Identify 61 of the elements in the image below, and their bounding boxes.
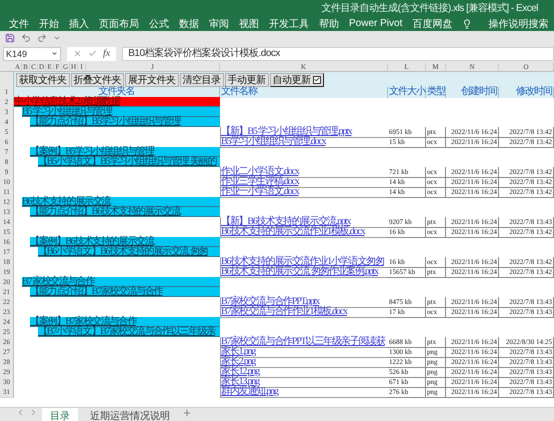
column-title: 修改时间 — [499, 87, 554, 98]
enter-icon[interactable] — [88, 49, 97, 58]
folder-link[interactable]: B6技术支持的展示交流 — [22, 197, 220, 207]
folder-link[interactable]: 【能力点介绍】B7家校交流与合作 — [30, 287, 220, 297]
folder-link[interactable]: 【B6小学语文】B6技术支持的展示交流 匆匆 — [38, 247, 220, 257]
column-title: 文件大小 — [388, 87, 426, 98]
column-title: 创建时间 — [446, 87, 499, 98]
ribbon-tab[interactable]: 百度网盘 — [412, 16, 452, 30]
sheet-button[interactable]: 折叠文件夹 — [70, 72, 124, 86]
add-sheet-icon[interactable] — [182, 408, 192, 418]
sheet-tab[interactable]: 近期运营情况说明 — [82, 408, 178, 421]
folder-link[interactable]: 【案例】B6技术支持的展示交流 — [30, 237, 220, 247]
folder-link[interactable]: 【案例】B5学习小组组织与管理 — [30, 147, 220, 157]
file-link[interactable]: B5学习小组组织与管理.docx — [220, 137, 388, 148]
folder-link[interactable]: 中小学信息技术2.0资源数据 — [14, 97, 220, 107]
file-link[interactable]: B6技术支持的展示交流作业1模板.docx — [220, 227, 388, 238]
insert-function-button[interactable]: fx — [103, 48, 110, 59]
file-link[interactable]: B7家校交流与合作作业1模板.docx — [220, 307, 388, 318]
checkbox[interactable] — [312, 76, 320, 84]
dropdown-icon[interactable] — [51, 50, 58, 57]
sheet-button[interactable]: 获取文件夹 — [16, 72, 70, 86]
folder-link[interactable]: 【B5小学语文】B5学习小组组织与管理 美丽的 — [38, 157, 220, 167]
file-link[interactable]: B6技术支持的展示交流 匆匆作业案例.pptx — [220, 267, 388, 278]
ribbon-tab[interactable]: 帮助 — [319, 16, 339, 30]
save-icon[interactable] — [5, 33, 15, 43]
column-title: 类型 — [426, 87, 446, 98]
customize-icon[interactable] — [53, 34, 61, 42]
window-title: 文件目录自动生成(含文件链接).xls [兼容模式] - Excel — [322, 2, 538, 15]
redo-icon[interactable] — [37, 33, 47, 43]
previous-sheet-icon[interactable] — [16, 408, 25, 417]
file-link[interactable]: 群内发通知.png — [220, 387, 388, 398]
folder-link[interactable]: 【能力点介绍】B6技术支持的展示交流 — [30, 207, 220, 217]
ribbon-tab[interactable]: 视图 — [239, 16, 259, 30]
ribbon-tab[interactable]: 插入 — [69, 16, 89, 30]
cancel-icon[interactable] — [73, 49, 82, 58]
sheet-button[interactable]: 展开文件夹 — [125, 72, 178, 86]
ribbon-tab[interactable]: 数据 — [179, 16, 199, 30]
ribbon-tab[interactable]: Power Pivot — [349, 18, 402, 29]
column-title: 文件名称 — [220, 87, 388, 98]
folder-link[interactable]: 【B7小学语文】B7家校交流与合作以三年级亲 — [38, 327, 220, 337]
name-box[interactable]: K149 — [3, 46, 61, 60]
ribbon-tab[interactable]: 开始 — [39, 16, 59, 30]
folder-link[interactable]: B7 家校交流与合作 — [22, 277, 220, 287]
formula-field[interactable]: B10档案袋评价档案袋设计模板.docx — [122, 46, 554, 60]
lightbulb-icon[interactable] — [462, 18, 472, 28]
sheet-tab[interactable]: 目录 — [42, 408, 78, 421]
ribbon-tab[interactable]: 审阅 — [209, 16, 229, 30]
file-link[interactable]: 作业一小学语文.docx — [220, 187, 388, 198]
ribbon-tab[interactable]: 开发工具 — [269, 16, 309, 30]
undo-icon[interactable] — [21, 33, 31, 43]
folder-link[interactable]: B5 学习小组组织与管理 — [22, 107, 220, 117]
ribbon-tab[interactable]: 页面布局 — [99, 16, 139, 30]
sheet-button[interactable]: 手动更新 — [224, 72, 268, 86]
ribbon-tab[interactable]: 公式 — [149, 16, 169, 30]
sheet-button[interactable]: 清空目录 — [180, 72, 224, 86]
tell-me-search[interactable]: 操作说明搜索 — [488, 16, 548, 30]
auto-update-checkbox[interactable]: 自动更新 — [270, 72, 324, 86]
folder-link[interactable]: 【能力点介绍】B5学习小组组织与管理 — [30, 117, 220, 127]
folder-link[interactable]: 【案例】B7家校交流与合作 — [30, 317, 220, 327]
next-sheet-icon[interactable] — [29, 408, 38, 417]
ribbon-tab[interactable]: 文件 — [9, 16, 29, 30]
